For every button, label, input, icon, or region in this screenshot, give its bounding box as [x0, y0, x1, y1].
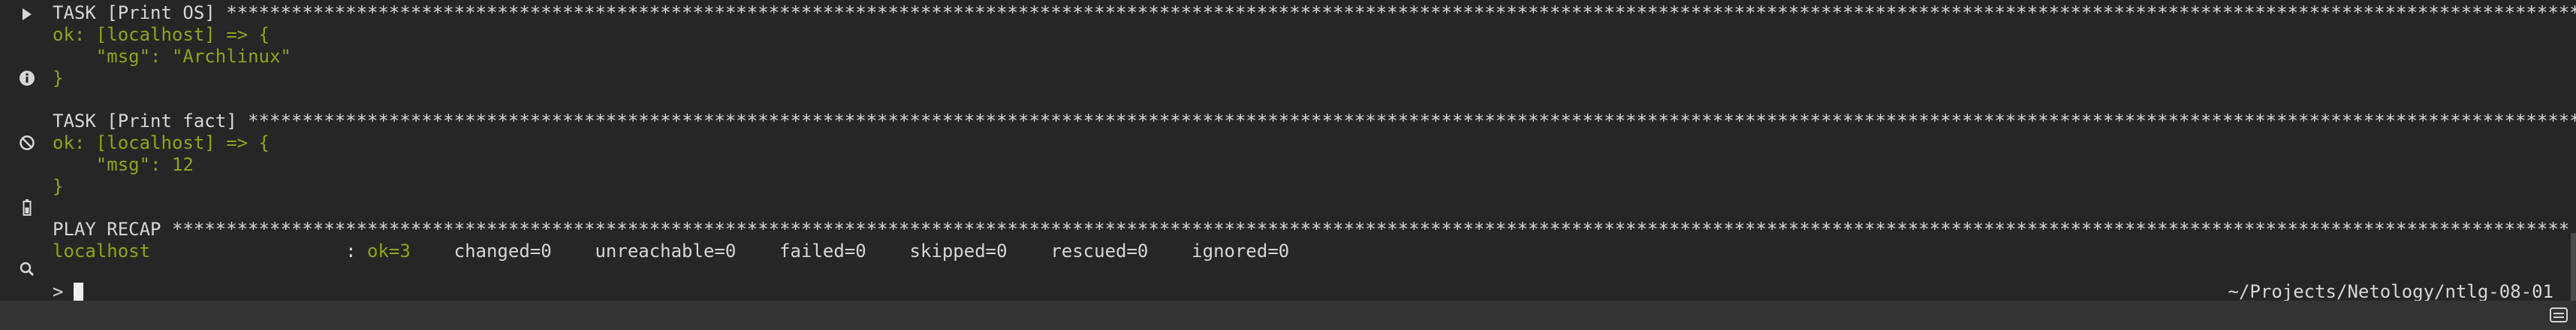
play-icon[interactable]	[17, 4, 38, 25]
recap-stats: changed=0 unreachable=0 failed=0 skipped…	[410, 241, 1290, 262]
terminal-window: TASK [Print OS] ************************…	[0, 0, 2576, 330]
scrollbar[interactable]	[2571, 233, 2576, 301]
task-header-print-os: TASK [Print OS] ************************…	[53, 2, 2576, 23]
side-gutter	[0, 0, 41, 301]
output-line: }	[53, 176, 64, 197]
output-line: "msg": 12	[53, 154, 194, 175]
status-bar	[0, 301, 2576, 330]
battery-icon[interactable]	[17, 197, 38, 218]
panel-icon[interactable]	[2549, 307, 2568, 323]
play-recap-header: PLAY RECAP *****************************…	[53, 219, 2571, 240]
output-line: ok: [localhost] => {	[53, 132, 270, 153]
recap-ok: ok=3	[367, 241, 411, 262]
block-icon[interactable]	[17, 132, 38, 153]
recap-host: localhost	[53, 241, 151, 262]
output-line: "msg": "Archlinux"	[53, 46, 291, 67]
output-line: }	[53, 68, 64, 89]
output-line: ok: [localhost] => {	[53, 24, 270, 45]
text-cursor	[74, 282, 84, 302]
current-directory: ~/Projects/Netology/ntlg-08-01	[2228, 281, 2553, 302]
terminal-output: TASK [Print OS] ************************…	[53, 0, 2576, 301]
info-icon[interactable]	[17, 68, 38, 89]
recap-row: localhost : ok=3 changed=0 unreachable=0…	[53, 241, 1289, 262]
task-header-print-fact: TASK [Print fact] **********************…	[53, 111, 2576, 132]
prompt-symbol: >	[53, 281, 64, 302]
prompt-line[interactable]: >	[53, 281, 84, 303]
recap-separator: :	[150, 241, 368, 262]
search-icon[interactable]	[17, 259, 38, 280]
